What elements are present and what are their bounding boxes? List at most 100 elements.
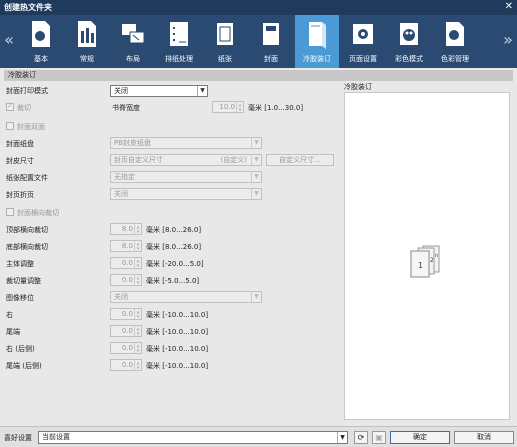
cover-print-mode-label: 封面打印模式 (6, 87, 48, 95)
cover-fold-label: 封页折页 (6, 191, 34, 199)
paper-profile-select[interactable]: 无指定 ▼ (110, 171, 262, 183)
basic-icon (32, 21, 50, 47)
main-adjust-input[interactable]: 0.0 ▲ ▼ (110, 257, 142, 269)
tail-back-shift-label: 尾端 (后侧) (6, 362, 42, 370)
ok-button[interactable]: 确定 (390, 431, 450, 444)
image-shift-select[interactable]: 关闭 ▼ (110, 291, 262, 303)
chevron-down-icon: ▼ (337, 432, 347, 443)
right-back-shift-unit: 毫米 [-10.0...10.0] (146, 345, 209, 353)
spine-width-label: 书脊宽度 (112, 104, 140, 112)
right-back-shift-input[interactable]: 0.0 ▲ ▼ (110, 342, 142, 354)
tab-page-setup[interactable]: 页面设置 (341, 15, 385, 68)
cover-duplex-checkbox[interactable] (6, 122, 14, 130)
stepper-icon[interactable]: ▲ ▼ (134, 343, 141, 353)
tab-basic[interactable]: 基本 (19, 15, 63, 68)
chevron-down-icon: ▼ (251, 172, 261, 182)
scroll-right-icon[interactable]: » (501, 29, 515, 51)
cover-fold-select[interactable]: 关闭 ▼ (110, 188, 262, 200)
top-trim-label: 顶部横向裁切 (6, 226, 48, 234)
trim-adjust-unit: 毫米 [-5.0...5.0] (146, 277, 200, 285)
main-adjust-label: 主体调整 (6, 260, 34, 268)
top-trim-input[interactable]: 8.0 ▲ ▼ (110, 223, 142, 235)
stepper-icon[interactable]: ▲ ▼ (134, 224, 141, 234)
image-shift-label: 图像移位 (6, 294, 34, 302)
tab-toolbar: « 基本 常规 布局 排纸处理 纸张 封面 冷胶装订 页面设置 彩色模式 色彩管… (0, 15, 517, 68)
color-mode-icon (400, 23, 418, 45)
right-shift-input[interactable]: 0.0 ▲ ▼ (110, 308, 142, 320)
preview-page-1: 1 (418, 261, 423, 270)
preview-page-n: n (435, 253, 438, 259)
cancel-button[interactable]: 取消 (454, 431, 514, 444)
scroll-left-icon[interactable]: « (2, 29, 16, 51)
page-setup-icon (353, 24, 373, 44)
tail-shift-unit: 毫米 [-10.0...10.0] (146, 328, 209, 336)
trim-adjust-input[interactable]: 0.0 ▲ ▼ (110, 274, 142, 286)
bottom-trim-unit: 毫米 [8.0...26.0] (146, 243, 202, 251)
cover-size-select[interactable]: 封页自定义尺寸 (自定义) ▼ (110, 154, 262, 166)
output-icon (170, 22, 188, 46)
title-bar: 创建热文件夹 ✕ (0, 0, 517, 15)
tail-shift-input[interactable]: 0.0 ▲ ▼ (110, 325, 142, 337)
right-back-shift-label: 右 (后侧) (6, 345, 35, 353)
save-icon[interactable]: ▣ (372, 431, 386, 444)
tab-layout[interactable]: 布局 (111, 15, 155, 68)
tab-paper[interactable]: 纸张 (203, 15, 247, 68)
chevron-down-icon: ▼ (197, 86, 207, 96)
layout-icon (122, 24, 145, 44)
trim-adjust-label: 裁切量调整 (6, 277, 41, 285)
top-trim-unit: 毫米 [8.0...26.0] (146, 226, 202, 234)
stepper-icon[interactable]: ▲ ▼ (134, 241, 141, 251)
tab-output[interactable]: 排纸处理 (157, 15, 201, 68)
tab-perfect-binding[interactable]: 冷胶装订 (295, 15, 339, 68)
preview-title: 冷胶装订 (344, 83, 372, 91)
chevron-down-icon: ▼ (251, 138, 261, 148)
preview-page-2: 2 (430, 257, 434, 264)
general-icon (78, 21, 96, 47)
chevron-down-icon: ▼ (251, 292, 261, 302)
cover-tray-select[interactable]: PB封皮纸盘 ▼ (110, 137, 262, 149)
trim-checkbox[interactable] (6, 102, 14, 111)
cover-icon (263, 23, 279, 45)
stepper-icon[interactable]: ▲ ▼ (134, 275, 141, 285)
perfect-binding-icon (309, 22, 326, 49)
paper-icon (217, 23, 233, 45)
footer-bar: 喜好设置 当前设置 ▼ ⟳ ▣ 确定 取消 (0, 426, 517, 447)
spine-width-unit: 毫米 [1.0...30.0] (248, 104, 304, 112)
paper-profile-label: 纸张配置文件 (6, 174, 48, 182)
chevron-down-icon: ▼ (251, 189, 261, 199)
tab-general[interactable]: 常规 (65, 15, 109, 68)
tail-shift-label: 尾端 (6, 328, 20, 336)
tab-color-mode[interactable]: 彩色模式 (387, 15, 431, 68)
stepper-icon[interactable]: ▲ ▼ (134, 309, 141, 319)
trim-label: 裁切 (17, 104, 31, 112)
cover-duplex-label: 封面双面 (17, 123, 45, 131)
tab-cover[interactable]: 封面 (249, 15, 293, 68)
tab-color-management[interactable]: 色彩管理 (433, 15, 477, 68)
cover-horizontal-trim-label: 封面横向裁切 (17, 209, 59, 217)
bottom-trim-input[interactable]: 8.0 ▲ ▼ (110, 240, 142, 252)
tail-back-shift-unit: 毫米 [-10.0...10.0] (146, 362, 209, 370)
spine-width-input[interactable]: 10.0 ▲ ▼ (212, 101, 244, 113)
binding-preview-illustration: 1 2 n (410, 245, 440, 278)
chevron-down-icon: ▼ (251, 155, 261, 165)
custom-size-button[interactable]: 自定义尺寸... (266, 154, 334, 166)
refresh-icon[interactable]: ⟳ (354, 431, 368, 444)
close-icon[interactable]: ✕ (505, 0, 513, 14)
cover-size-label: 封皮尺寸 (6, 157, 34, 165)
favorites-label: 喜好设置 (4, 434, 32, 442)
right-shift-unit: 毫米 [-10.0...10.0] (146, 311, 209, 319)
section-header: 冷胶装订 (4, 70, 513, 81)
right-shift-label: 右 (6, 311, 13, 319)
stepper-icon[interactable]: ▲ ▼ (134, 326, 141, 336)
favorites-select[interactable]: 当前设置 ▼ (38, 431, 348, 444)
cover-print-mode-select[interactable]: 关闭 ▼ (110, 85, 208, 97)
bottom-trim-label: 底部横向裁切 (6, 243, 48, 251)
stepper-icon[interactable]: ▲ ▼ (236, 102, 243, 112)
tail-back-shift-input[interactable]: 0.0 ▲ ▼ (110, 359, 142, 371)
cover-horizontal-trim-checkbox[interactable] (6, 208, 14, 216)
stepper-icon[interactable]: ▲ ▼ (134, 258, 141, 268)
main-adjust-unit: 毫米 [-20.0...5.0] (146, 260, 204, 268)
window-title: 创建热文件夹 (4, 3, 52, 12)
stepper-icon[interactable]: ▲ ▼ (134, 360, 141, 370)
binding-settings-form: 封面打印模式 关闭 ▼ 裁切 书脊宽度 10.0 ▲▼ 毫米 [1.0...30… (4, 82, 340, 422)
